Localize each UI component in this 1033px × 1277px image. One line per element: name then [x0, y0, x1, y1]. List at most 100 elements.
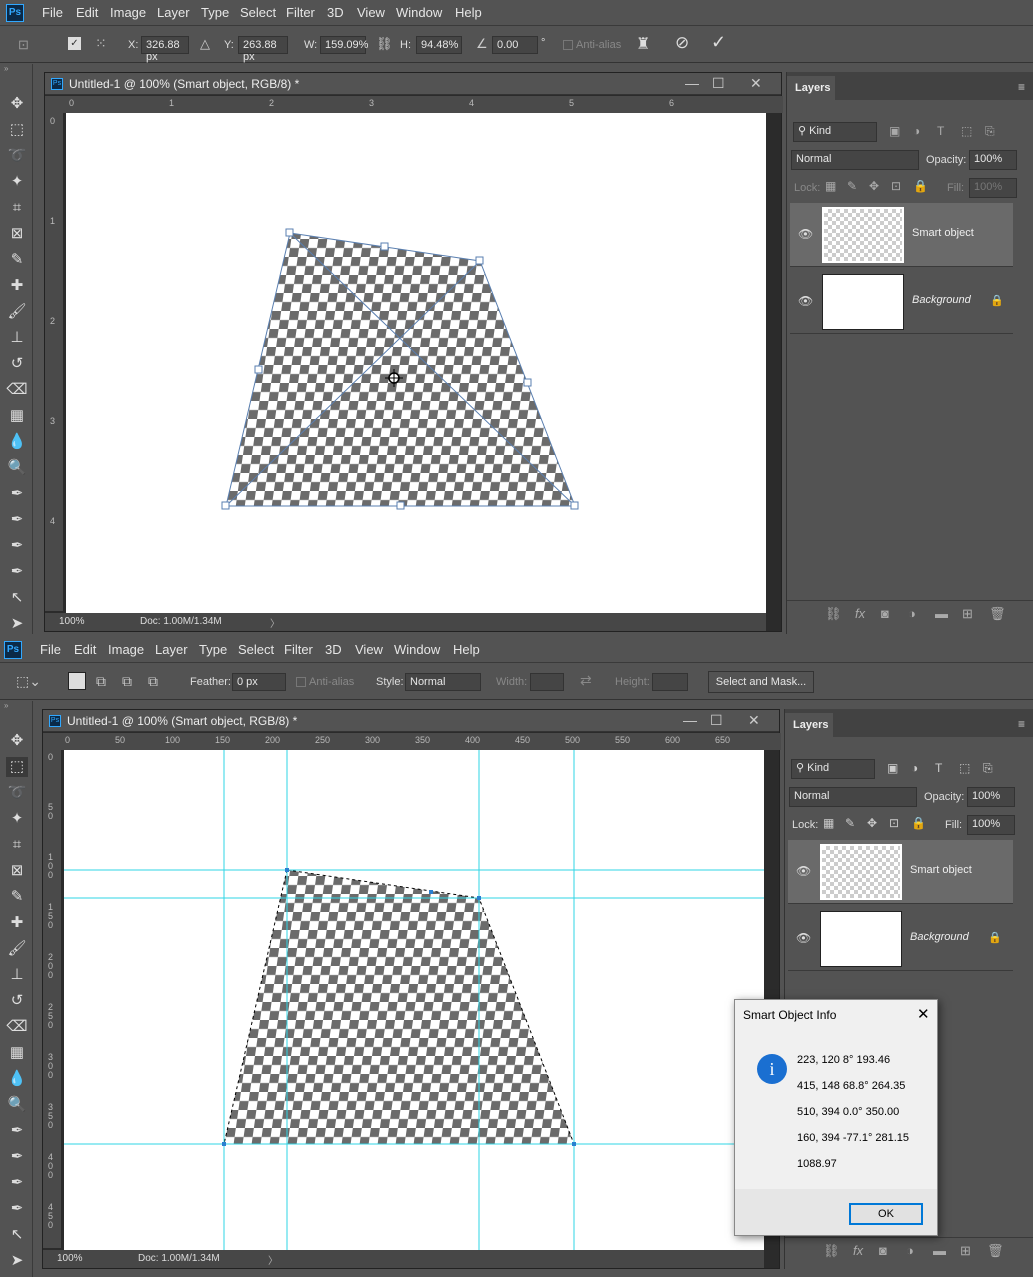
filter-adjust-icon[interactable]: ◑ [911, 761, 918, 775]
minimize-icon[interactable]: — [683, 712, 697, 728]
mask-icon[interactable]: ◙ [879, 1243, 887, 1258]
collapse-icon[interactable]: » [4, 701, 8, 710]
blur-tool-icon[interactable]: 💧 [6, 1069, 28, 1089]
anti-alias-checkbox[interactable] [563, 40, 573, 50]
lock-pixels-icon[interactable]: ✎ [847, 179, 857, 193]
opacity-field[interactable]: 100% [969, 150, 1017, 170]
zoom-level[interactable]: 100% [57, 1253, 83, 1264]
reference-point-icon[interactable]: ⁙ [95, 35, 107, 52]
lock-pixels-icon[interactable]: ✎ [845, 816, 855, 830]
layer-row-smart-object[interactable]: 👁 Smart object [790, 203, 1013, 267]
pen-tool-icon[interactable]: ✒ [6, 1121, 28, 1141]
menu-type[interactable]: Type [201, 5, 229, 20]
menu-filter[interactable]: Filter [284, 642, 313, 657]
fx-icon[interactable]: fx [853, 1243, 863, 1258]
layer-row-smart-object[interactable]: 👁 Smart object [788, 840, 1013, 904]
menu-file[interactable]: File [42, 5, 63, 20]
w-field[interactable]: 159.09% [320, 36, 368, 54]
path-selection-tool-icon[interactable]: ↖ [6, 588, 28, 608]
close-icon[interactable]: ✕ [750, 75, 762, 92]
link-layers-icon[interactable]: ⛓ [825, 606, 842, 622]
eraser-tool-icon[interactable]: ⌫ [6, 380, 28, 400]
eyedropper-tool-icon[interactable]: ✎ [6, 250, 28, 270]
filter-shape-icon[interactable]: ⬚ [961, 124, 972, 138]
stamp-tool-icon[interactable]: ⊥ [6, 328, 28, 348]
path-selection-tool-icon[interactable]: ↖ [6, 1225, 28, 1245]
layers-tab[interactable]: Layers [785, 713, 833, 737]
menu-view[interactable]: View [357, 5, 385, 20]
subtract-selection-icon[interactable]: ⧉ [122, 673, 132, 690]
add-selection-icon[interactable]: ⧉ [96, 673, 106, 690]
mask-icon[interactable]: ◙ [881, 606, 889, 621]
lock-transparency-icon[interactable]: ▦ [825, 179, 836, 193]
lock-artboard-icon[interactable]: ⊡ [889, 816, 899, 830]
status-arrow-icon[interactable]: 〉 [268, 1252, 278, 1267]
fill-field[interactable]: 100% [967, 815, 1015, 835]
history-brush-tool-icon[interactable]: ↺ [6, 991, 28, 1011]
status-arrow-icon[interactable]: 〉 [270, 615, 280, 630]
anti-alias-checkbox[interactable] [296, 677, 306, 687]
menu-image[interactable]: Image [110, 5, 146, 20]
frame-tool-icon[interactable]: ⊠ [6, 861, 28, 881]
canvas-bottom[interactable] [64, 750, 764, 1250]
kind-filter[interactable]: ⚲ Kind [793, 122, 877, 142]
link-layers-icon[interactable]: ⛓ [823, 1243, 840, 1259]
filter-type-icon[interactable]: T [937, 124, 944, 138]
h-field[interactable]: 94.48% [416, 36, 462, 54]
zoom-level[interactable]: 100% [59, 616, 85, 627]
visibility-eye-icon[interactable]: 👁 [796, 931, 811, 945]
panel-menu-icon[interactable]: ≡ [1018, 717, 1025, 731]
menu-edit[interactable]: Edit [76, 5, 98, 20]
brush-tool-icon[interactable]: 🖌 [6, 939, 28, 959]
healing-tool-icon[interactable]: ✚ [6, 276, 28, 296]
close-icon[interactable]: ✕ [917, 1005, 930, 1023]
angle-field[interactable]: 0.00 [492, 36, 538, 54]
menu-select[interactable]: Select [240, 5, 276, 20]
delete-layer-icon[interactable]: 🗑 [987, 1243, 1004, 1259]
new-layer-icon[interactable]: ⊞ [960, 1243, 971, 1259]
fx-icon[interactable]: fx [855, 606, 865, 621]
menu-file[interactable]: File [40, 642, 61, 657]
eraser-tool-icon[interactable]: ⌫ [6, 1017, 28, 1037]
blur-tool-icon[interactable]: 💧 [6, 432, 28, 452]
menu-help[interactable]: Help [453, 642, 480, 657]
filter-smart-icon[interactable]: ⎘ [985, 124, 995, 139]
lock-artboard-icon[interactable]: ⊡ [891, 179, 901, 193]
group-folder-icon[interactable]: ▬ [935, 606, 948, 621]
layer-name[interactable]: Background [910, 931, 969, 943]
warp-icon[interactable]: ♜ [636, 34, 650, 54]
blend-mode-select[interactable]: Normal [791, 150, 919, 170]
new-layer-icon[interactable]: ⊞ [962, 606, 973, 622]
cancel-transform-icon[interactable]: ⊘ [675, 33, 689, 53]
eyedropper-tool-icon[interactable]: ✎ [6, 887, 28, 907]
filter-shape-icon[interactable]: ⬚ [959, 761, 970, 775]
feather-field[interactable]: 0 px [232, 673, 286, 691]
move-tool-icon[interactable]: ✥ [6, 94, 28, 114]
menu-3d[interactable]: 3D [327, 5, 344, 20]
direct-selection-tool-icon[interactable]: ➤ [6, 614, 28, 634]
fill-field[interactable]: 100% [969, 178, 1017, 198]
menu-view[interactable]: View [355, 642, 383, 657]
y-field[interactable]: 263.88 px [238, 36, 288, 63]
adjustment-icon[interactable]: ◑ [906, 1243, 914, 1258]
new-selection-icon[interactable] [68, 672, 86, 690]
filter-pixel-icon[interactable]: ▣ [887, 761, 898, 775]
reference-point-checkbox[interactable]: ✓ [68, 37, 81, 50]
history-brush-tool-icon[interactable]: ↺ [6, 354, 28, 374]
freeform-pen-tool-icon[interactable]: ✒ [6, 1173, 28, 1193]
swap-icon[interactable]: ⇄ [580, 672, 592, 689]
gradient-tool-icon[interactable]: ▦ [6, 1043, 28, 1063]
marquee-preset-icon[interactable]: ⬚⌄ [16, 673, 41, 690]
layer-row-background[interactable]: 👁 Background 🔒 [788, 907, 1013, 971]
layer-name[interactable]: Background [912, 294, 971, 306]
layer-name[interactable]: Smart object [910, 864, 972, 876]
lock-position-icon[interactable]: ✥ [867, 816, 877, 830]
magic-wand-tool-icon[interactable]: ✦ [6, 809, 28, 829]
maximize-icon[interactable]: ☐ [710, 712, 723, 729]
link-icon[interactable]: ⛓ [376, 36, 393, 52]
document-tab-top[interactable]: Ps Untitled-1 @ 100% (Smart object, RGB/… [45, 73, 781, 95]
delete-layer-icon[interactable]: 🗑 [989, 606, 1006, 622]
visibility-eye-icon[interactable]: 👁 [798, 227, 813, 241]
pen-add-tool-icon[interactable]: ✒ [6, 1147, 28, 1167]
menu-edit[interactable]: Edit [74, 642, 96, 657]
